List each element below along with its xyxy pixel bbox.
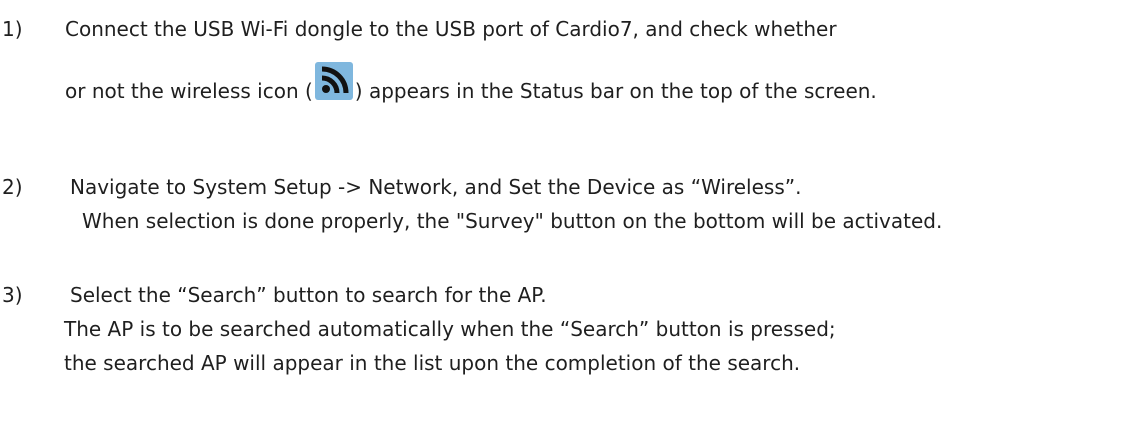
step-text: Select the “Search” button to search for… <box>70 283 547 307</box>
step-text: Connect the USB Wi-Fi dongle to the USB … <box>65 17 837 41</box>
step-number: 1) <box>2 17 23 41</box>
step-text: the searched AP will appear in the list … <box>64 351 801 375</box>
step-text: Navigate to System Setup -> Network, and… <box>70 175 802 199</box>
wireless-icon <box>314 62 353 100</box>
step-number: 2) <box>2 175 23 199</box>
step-number: 3) <box>2 283 23 307</box>
step-text: The AP is to be searched automatically w… <box>64 317 836 341</box>
step-text: or not the wireless icon ( <box>65 79 313 103</box>
step-text-line: or not the wireless icon ( ) appears in … <box>65 62 877 108</box>
step-text: ) appears in the Status bar on the top o… <box>354 79 877 103</box>
step-text: When selection is done properly, the "Su… <box>82 209 943 233</box>
